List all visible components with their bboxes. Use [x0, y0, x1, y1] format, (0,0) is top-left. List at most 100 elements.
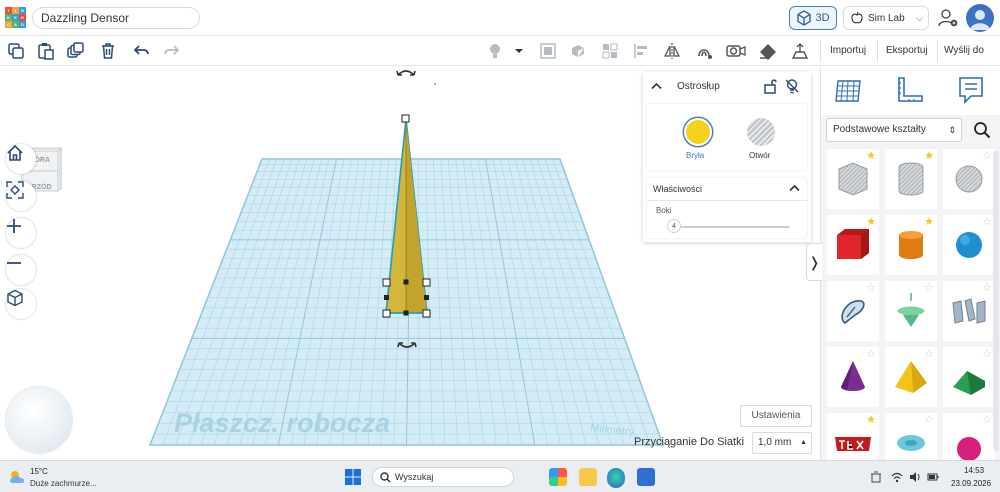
shape-cylinder[interactable]: ★ [885, 215, 937, 275]
shape-text-hole[interactable]: ☆ [943, 281, 995, 341]
sim-lab-dropdown[interactable]: Sim Lab ⌵ [843, 6, 929, 30]
shape-cone[interactable]: ☆ [827, 347, 879, 407]
sides-slider-track[interactable] [677, 226, 789, 228]
copilot-app-icon[interactable] [549, 468, 567, 486]
panel-tabs [821, 67, 1000, 115]
send-to-button[interactable]: Wyślij do [940, 40, 988, 62]
favorite-star-icon[interactable]: ☆ [982, 349, 992, 360]
solid-option[interactable] [684, 118, 712, 146]
clock-date[interactable]: 23.09.2026 [951, 479, 991, 488]
edge-browser-icon[interactable] [607, 468, 625, 486]
tinkercad-logo[interactable]: TIN KER CAD [5, 7, 26, 28]
favorite-star-icon[interactable]: ☆ [982, 283, 992, 294]
duplicate-icon[interactable] [66, 41, 86, 61]
weather-description[interactable]: Duże zachmurze... [30, 479, 97, 488]
orbit-navigation-ball[interactable] [6, 387, 72, 453]
shape-scribble[interactable]: ☆ [827, 281, 879, 341]
volume-icon[interactable] [909, 471, 921, 483]
cruise-icon[interactable] [694, 41, 714, 61]
favorite-star-icon[interactable]: ☆ [924, 349, 934, 360]
favorite-star-icon[interactable]: ☆ [866, 283, 876, 294]
rotate-top-icon[interactable] [396, 70, 416, 76]
shape-category-select[interactable]: Podstawowe kształty ⇕ [826, 118, 962, 142]
favorite-star-icon[interactable]: ☆ [866, 349, 876, 360]
ruler-icon[interactable] [758, 41, 778, 61]
favorite-star-icon[interactable]: ★ [866, 415, 876, 426]
shape-sphere[interactable]: ☆ [943, 215, 995, 275]
sides-slider-knob[interactable]: 4 [667, 219, 681, 233]
solid-label[interactable]: Bryła [686, 151, 704, 160]
shape-pyramid[interactable]: ☆ [885, 347, 937, 407]
light-off-icon[interactable] [784, 78, 800, 94]
align-grid-icon[interactable] [600, 41, 620, 61]
trash-icon[interactable] [98, 41, 118, 61]
store-app-icon[interactable] [637, 468, 655, 486]
zoom-out-button[interactable] [6, 255, 36, 285]
copy-icon[interactable] [6, 41, 26, 61]
favorite-star-icon[interactable]: ☆ [982, 217, 992, 228]
shape-paraboloid[interactable]: ☆ [885, 281, 937, 341]
shape-text[interactable]: ★ [827, 413, 879, 460]
workplane-label: Płaszcz. robocza [174, 408, 390, 438]
weather-cloud-icon[interactable] [8, 469, 28, 485]
favorite-star-icon[interactable]: ☆ [982, 415, 992, 426]
favorite-star-icon[interactable]: ★ [866, 151, 876, 162]
project-title-input[interactable]: Dazzling Densor [32, 7, 200, 29]
redo-icon[interactable] [162, 41, 182, 61]
chevron-up-icon[interactable] [789, 183, 800, 194]
shape-box-hole[interactable]: ★ [827, 149, 879, 209]
workplane-grid-icon[interactable] [834, 75, 864, 105]
shape-box[interactable]: ★ [827, 215, 879, 275]
favorite-star-icon[interactable]: ★ [866, 217, 876, 228]
shape-cylinder-hole[interactable]: ★ [885, 149, 937, 209]
shape-roof[interactable]: ☆ [943, 347, 995, 407]
wifi-icon[interactable] [891, 471, 903, 483]
ungroup-icon[interactable] [568, 41, 588, 61]
light-dropdown-icon[interactable] [512, 41, 526, 61]
export-button[interactable]: Eksportuj [882, 40, 932, 62]
user-avatar[interactable] [966, 4, 994, 32]
windows-start-icon[interactable] [345, 469, 361, 485]
fit-view-button[interactable] [6, 181, 36, 211]
battery-icon[interactable] [927, 471, 939, 483]
shape-tube[interactable]: ☆ [885, 413, 937, 460]
hole-option[interactable] [747, 118, 775, 146]
snap-grid-select[interactable]: 1,0 mm ▲ [752, 432, 812, 454]
shape-half-sphere[interactable]: ☆ [943, 413, 995, 460]
paste-icon[interactable] [36, 41, 56, 61]
shapes-scrollbar[interactable] [993, 151, 999, 451]
projection-button[interactable] [6, 289, 36, 319]
settings-button[interactable]: Ustawienia [740, 405, 812, 427]
favorite-star-icon[interactable]: ☆ [924, 415, 934, 426]
favorite-star-icon[interactable]: ☆ [982, 151, 992, 162]
align-icon[interactable] [632, 41, 652, 61]
note-icon[interactable] [790, 41, 810, 61]
weather-temperature[interactable]: 15°C [30, 467, 48, 476]
notes-icon[interactable] [956, 75, 986, 105]
add-user-icon[interactable] [937, 7, 959, 29]
clock-time[interactable]: 14:53 [964, 466, 984, 475]
favorite-star-icon[interactable]: ☆ [924, 283, 934, 294]
recycle-tray-icon[interactable] [870, 471, 882, 483]
workplane-icon[interactable] [726, 41, 746, 61]
hole-label[interactable]: Otwór [749, 151, 770, 160]
ruler-icon[interactable] [895, 75, 925, 105]
mirror-icon[interactable] [662, 41, 682, 61]
shape-sphere-hole[interactable]: ☆ [943, 149, 995, 209]
taskbar-search-input[interactable]: Wyszukaj [372, 467, 514, 487]
favorite-star-icon[interactable]: ★ [924, 151, 934, 162]
group-icon[interactable] [538, 41, 558, 61]
home-view-button[interactable] [6, 144, 36, 174]
chevron-up-icon[interactable] [651, 81, 662, 92]
undo-icon[interactable] [131, 41, 151, 61]
search-icon[interactable] [968, 118, 996, 142]
panel-collapse-toggle[interactable]: ❭ [806, 243, 822, 281]
file-explorer-icon[interactable] [579, 468, 597, 486]
favorite-star-icon[interactable]: ★ [924, 217, 934, 228]
3d-mode-button[interactable]: 3D [789, 6, 837, 30]
light-bulb-icon[interactable] [485, 41, 505, 61]
sides-label: Boki [656, 206, 672, 215]
import-button[interactable]: Importuj [826, 40, 870, 62]
lock-icon[interactable] [763, 78, 779, 94]
zoom-in-button[interactable] [6, 218, 36, 248]
